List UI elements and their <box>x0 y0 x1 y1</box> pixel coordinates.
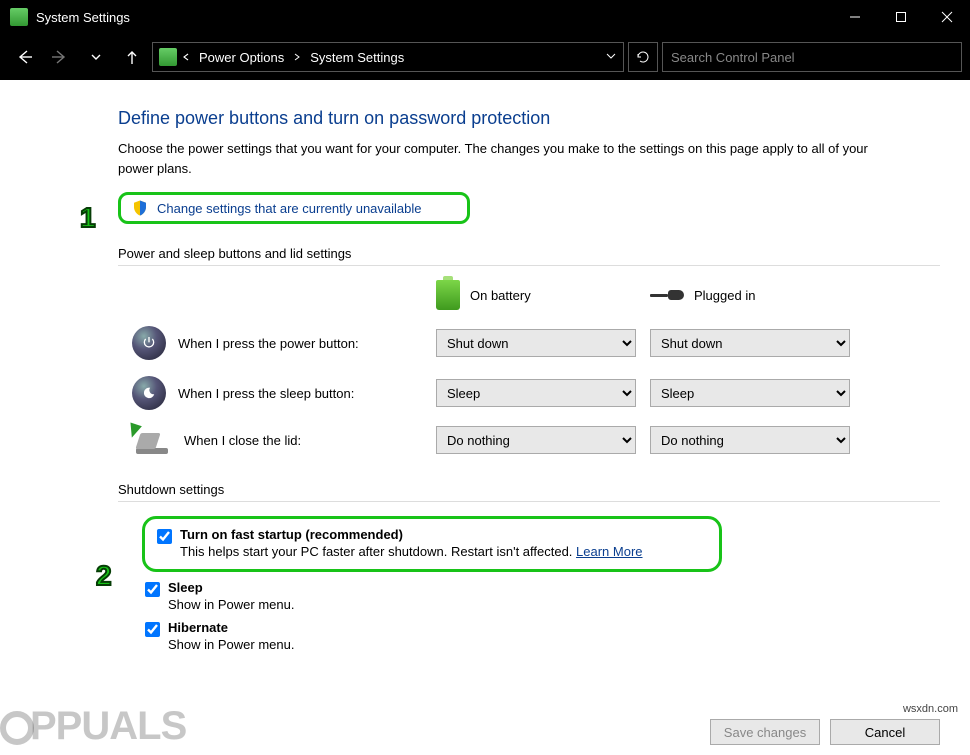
hibernate-checkbox[interactable] <box>145 622 160 637</box>
hibernate-option: Hibernate Show in Power menu. <box>145 620 940 652</box>
breadcrumb-system-settings[interactable]: System Settings <box>306 50 408 65</box>
app-icon <box>10 8 28 26</box>
hibernate-desc: Show in Power menu. <box>168 637 940 652</box>
sleep-label: Sleep <box>168 580 203 595</box>
lid-icon <box>132 426 172 454</box>
breadcrumb-power-options[interactable]: Power Options <box>195 50 288 65</box>
power-battery-select[interactable]: Shut down <box>436 329 636 357</box>
power-button-label: When I press the power button: <box>178 336 359 351</box>
address-icon <box>159 48 177 66</box>
page-heading: Define power buttons and turn on passwor… <box>118 108 940 129</box>
watermark-badge-icon <box>0 711 34 745</box>
divider <box>118 265 940 266</box>
back-button[interactable] <box>8 41 40 73</box>
lid-row: When I close the lid: Do nothing Do noth… <box>132 426 940 454</box>
sleep-option: Sleep Show in Power menu. <box>145 580 940 612</box>
power-icon <box>132 326 166 360</box>
save-button[interactable]: Save changes <box>710 719 820 745</box>
lid-plugged-select[interactable]: Do nothing <box>650 426 850 454</box>
sleep-button-row: When I press the sleep button: Sleep Sle… <box>132 376 940 410</box>
learn-more-link[interactable]: Learn More <box>576 544 642 559</box>
close-button[interactable] <box>924 0 970 34</box>
section-title-power-sleep: Power and sleep buttons and lid settings <box>118 246 940 261</box>
column-on-battery: On battery <box>470 288 531 303</box>
search-placeholder: Search Control Panel <box>671 50 795 65</box>
fast-startup-desc: This helps start your PC faster after sh… <box>180 544 576 559</box>
refresh-button[interactable] <box>628 42 658 72</box>
window-title: System Settings <box>36 10 130 25</box>
titlebar: System Settings <box>0 0 970 34</box>
maximize-button[interactable] <box>878 0 924 34</box>
divider <box>118 501 940 502</box>
cancel-button[interactable]: Cancel <box>830 719 940 745</box>
navbar: Power Options System Settings Search Con… <box>0 34 970 80</box>
content-area: Define power buttons and turn on passwor… <box>0 80 970 652</box>
footer-buttons: Save changes Cancel <box>710 719 940 745</box>
fast-startup-checkbox[interactable] <box>157 529 172 544</box>
forward-button[interactable] <box>44 41 76 73</box>
sleep-checkbox[interactable] <box>145 582 160 597</box>
battery-icon <box>436 280 460 310</box>
plug-icon <box>650 286 684 304</box>
chevron-left-icon <box>181 50 191 65</box>
column-plugged-in: Plugged in <box>694 288 755 303</box>
lid-label: When I close the lid: <box>184 433 301 448</box>
sleep-battery-select[interactable]: Sleep <box>436 379 636 407</box>
annotation-2: 2 <box>96 560 112 592</box>
power-sleep-section: Power and sleep buttons and lid settings… <box>118 246 940 454</box>
up-button[interactable] <box>116 41 148 73</box>
hibernate-label: Hibernate <box>168 620 228 635</box>
address-bar[interactable]: Power Options System Settings <box>152 42 624 72</box>
credit-text: wsxdn.com <box>903 703 958 715</box>
lid-battery-select[interactable]: Do nothing <box>436 426 636 454</box>
watermark-text: PPUALS <box>30 704 186 748</box>
chevron-right-icon <box>292 50 302 65</box>
power-plugged-select[interactable]: Shut down <box>650 329 850 357</box>
sleep-button-label: When I press the sleep button: <box>178 386 354 401</box>
section-title-shutdown: Shutdown settings <box>118 482 940 497</box>
shield-icon <box>131 199 149 217</box>
annotation-1: 1 <box>80 202 96 234</box>
sleep-desc: Show in Power menu. <box>168 597 940 612</box>
recent-dropdown[interactable] <box>80 41 112 73</box>
change-settings-link[interactable]: Change settings that are currently unava… <box>118 192 470 224</box>
page-intro: Choose the power settings that you want … <box>118 139 898 178</box>
fast-startup-option: Turn on fast startup (recommended) This … <box>142 516 722 572</box>
search-input[interactable]: Search Control Panel <box>662 42 962 72</box>
minimize-button[interactable] <box>832 0 878 34</box>
sleep-plugged-select[interactable]: Sleep <box>650 379 850 407</box>
power-button-row: When I press the power button: Shut down… <box>132 326 940 360</box>
address-dropdown[interactable] <box>605 50 617 65</box>
fast-startup-label: Turn on fast startup (recommended) <box>180 527 403 542</box>
watermark: PPUALS <box>0 704 186 749</box>
shutdown-section: Shutdown settings Turn on fast startup (… <box>118 482 940 652</box>
change-settings-text: Change settings that are currently unava… <box>157 201 422 216</box>
sleep-icon <box>132 376 166 410</box>
